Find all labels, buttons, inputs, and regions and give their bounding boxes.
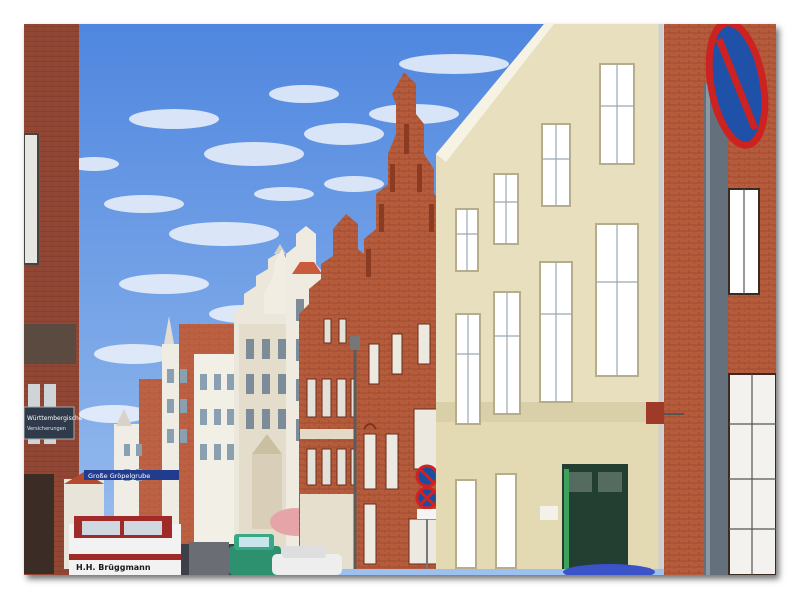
delivery-truck: H.H. Brüggmann [69,516,181,575]
photo-frame: Württembergische Versicherungen H.H. Brü… [24,24,776,575]
street-photo: Württembergische Versicherungen H.H. Brü… [24,24,776,575]
wall-sign-line1: Württembergische [27,415,83,422]
truck-lettering: H.H. Brüggmann [76,563,151,572]
street-name-sign: Große Gröpelgrube [84,470,179,480]
wall-sign: Württembergische Versicherungen [24,406,83,440]
street-sign-text: Große Gröpelgrube [88,472,150,480]
right-brick-building [646,24,776,575]
wall-sign-line2: Versicherungen [27,426,66,432]
